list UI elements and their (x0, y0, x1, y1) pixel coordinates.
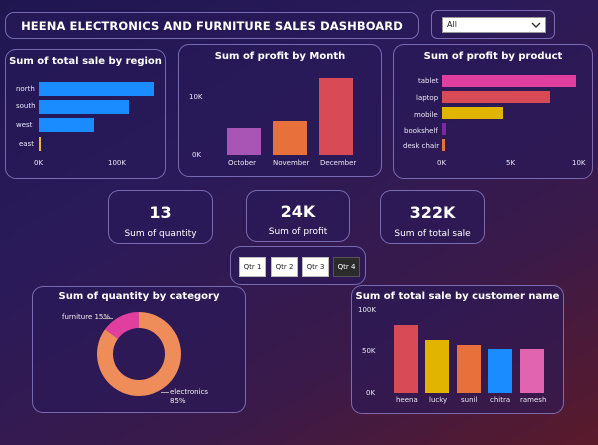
kpi-quantity-value: 13 (149, 203, 172, 222)
customer-tick-0k: 0K (366, 389, 376, 397)
region-bar-south[interactable] (39, 100, 129, 114)
product-bar-laptop[interactable] (442, 91, 550, 103)
customer-bar-sunil[interactable] (457, 344, 481, 393)
region-label-south: south (16, 102, 36, 110)
kpi-total-sale-value: 322K (409, 203, 456, 222)
quarter-button-q3[interactable]: Qtr 3 (302, 257, 329, 277)
region-bar-west[interactable] (39, 118, 95, 132)
month-label-october: October (228, 159, 257, 167)
customer-bar-chitra[interactable] (488, 349, 512, 393)
quarter-button-q4[interactable]: Qtr 4 (333, 257, 360, 277)
customer-bar-heena[interactable] (394, 324, 418, 393)
kpi-total-sale-card: 322K Sum of total sale (380, 190, 485, 244)
customer-tick-50k: 50K (362, 347, 376, 355)
region-label-west: west (16, 121, 33, 129)
filter-dropdown[interactable]: All (442, 17, 546, 33)
product-bar-bookshelf[interactable] (442, 123, 446, 135)
kpi-quantity-card: 13 Sum of quantity (108, 190, 213, 244)
region-label-north: north (16, 85, 35, 93)
quarter-slicer: Qtr 1 Qtr 2 Qtr 3 Qtr 4 (230, 246, 366, 285)
kpi-total-sale-label: Sum of total sale (394, 229, 471, 239)
filter-selected-value: All (447, 20, 457, 29)
product-tick-0k: 0K (437, 159, 447, 167)
product-label-bookshelf: bookshelf (404, 127, 438, 135)
customer-bar-lucky[interactable] (425, 339, 449, 393)
month-chart-title: Sum of profit by Month (214, 51, 346, 62)
customer-sales-chart[interactable]: Sum of total sale by customer name 100K … (351, 285, 564, 414)
month-tick-10k: 10K (189, 93, 203, 101)
customer-tick-100k: 100K (358, 306, 376, 314)
customer-label-sunil: sunil (461, 396, 478, 404)
region-tick-100k: 100K (108, 159, 126, 167)
product-bar-desk-chair[interactable] (442, 139, 445, 151)
product-profit-chart[interactable]: Sum of profit by product tablet laptop m… (393, 44, 593, 179)
quarter-button-q2[interactable]: Qtr 2 (271, 257, 298, 277)
month-bar-october[interactable] (227, 127, 261, 155)
legend-electronics: electronics (170, 388, 209, 396)
legend-line-furniture (103, 318, 113, 319)
dashboard-title-panel: HEENA ELECTRONICS AND FURNITURE SALES DA… (5, 12, 419, 39)
category-donut[interactable] (33, 287, 247, 414)
customer-chart-title: Sum of total sale by customer name (355, 291, 560, 302)
category-quantity-chart[interactable]: Sum of quantity by category furniture 15… (32, 286, 246, 413)
customer-label-heena: heena (396, 396, 418, 404)
kpi-profit-label: Sum of profit (268, 227, 328, 237)
month-profit-chart[interactable]: Sum of profit by Month 10K 0K October No… (178, 44, 382, 177)
month-label-november: November (273, 159, 310, 167)
legend-electronics-pct: 85% (170, 397, 186, 405)
region-chart-title: Sum of total sale by region (9, 56, 162, 67)
month-bar-november[interactable] (273, 121, 307, 155)
region-tick-0k: 0K (34, 159, 44, 167)
month-tick-0k: 0K (192, 151, 202, 159)
customer-label-lucky: lucky (429, 396, 448, 404)
region-sales-chart[interactable]: Sum of total sale by region north south … (5, 49, 166, 179)
product-tick-5k: 5K (506, 159, 516, 167)
product-label-laptop: laptop (416, 94, 439, 102)
product-bar-mobile[interactable] (442, 107, 504, 119)
month-bar-december[interactable] (319, 78, 353, 155)
month-label-december: December (320, 159, 357, 167)
product-label-tablet: tablet (418, 77, 439, 85)
chevron-down-icon (531, 22, 541, 28)
product-bar-tablet[interactable] (442, 75, 577, 87)
region-label-east: east (19, 140, 34, 148)
kpi-profit-card: 24K Sum of profit (246, 190, 350, 242)
kpi-profit-value: 24K (280, 202, 316, 221)
customer-label-ramesh: ramesh (520, 396, 547, 404)
customer-label-chitra: chitra (490, 396, 511, 404)
product-chart-title: Sum of profit by product (423, 51, 563, 62)
region-bar-north[interactable] (39, 82, 155, 96)
customer-bar-ramesh[interactable] (520, 349, 544, 393)
product-tick-10k: 10K (572, 159, 586, 167)
quarter-button-q1[interactable]: Qtr 1 (239, 257, 266, 277)
kpi-quantity-label: Sum of quantity (124, 229, 197, 239)
dashboard-title: HEENA ELECTRONICS AND FURNITURE SALES DA… (21, 19, 403, 33)
legend-line-electronics (161, 392, 169, 393)
product-label-desk-chair: desk chair (403, 142, 440, 150)
product-label-mobile: mobile (414, 111, 438, 119)
region-bar-east[interactable] (39, 137, 41, 151)
filter-dropdown-panel: All (431, 10, 555, 39)
